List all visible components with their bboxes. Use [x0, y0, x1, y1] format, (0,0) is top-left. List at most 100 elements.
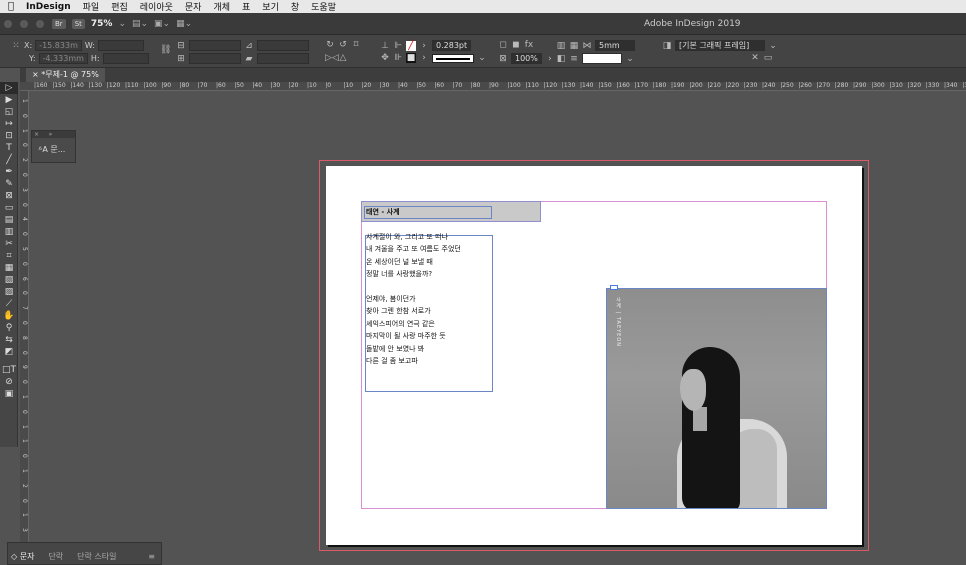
menu-object[interactable]: 개체	[213, 0, 230, 13]
tab-paragraph-styles[interactable]: 단락 스타일	[77, 551, 116, 562]
opacity-menu-icon[interactable]: ›	[545, 54, 555, 64]
select-next-icon[interactable]: ✥	[380, 53, 390, 63]
close-window-button[interactable]	[4, 19, 12, 28]
rotate-cw-icon[interactable]: ↻	[325, 40, 335, 50]
object-style-field[interactable]: [기본 그래픽 프레임]	[675, 40, 765, 51]
rotate-ccw-icon[interactable]: ↺	[338, 40, 348, 50]
gradient-feather-tool-icon[interactable]: ▧	[0, 274, 18, 286]
zoom-level[interactable]: 75%	[91, 19, 113, 29]
minimize-window-button[interactable]	[20, 19, 28, 28]
scissors-tool-icon[interactable]: ✂	[0, 238, 18, 250]
content-grabber-handle[interactable]	[610, 285, 618, 290]
stroke-type-dropdown-icon[interactable]: ⌄	[477, 53, 487, 63]
view-options-icon[interactable]: ▤⌄	[132, 19, 148, 29]
bridge-button[interactable]: Br	[52, 18, 66, 29]
page-tool-icon[interactable]: ◱	[0, 106, 18, 118]
width-field[interactable]	[98, 40, 144, 51]
screen-mode-icon[interactable]: ▣⌄	[154, 19, 170, 29]
menu-file[interactable]: 파일	[83, 0, 100, 13]
opacity-field[interactable]: 100%	[511, 53, 542, 64]
eyedropper-tool-icon[interactable]: ⟋	[0, 298, 18, 310]
menu-app-name[interactable]: InDesign	[26, 2, 71, 12]
character-styles-item[interactable]: ᐞA 문...	[32, 138, 75, 155]
corner-shape-field[interactable]	[582, 53, 622, 64]
frame-fitting-icon[interactable]: ◻	[498, 40, 508, 50]
apply-none-icon[interactable]: ⊘	[0, 376, 18, 388]
panel-menu-icon[interactable]: ≡	[148, 552, 155, 561]
pencil-tool-icon[interactable]: ✎	[0, 178, 18, 190]
rotation-field[interactable]	[257, 40, 309, 51]
stroke-icon[interactable]: ⊩	[393, 41, 403, 51]
rectangle-frame-tool-icon[interactable]: ⊠	[0, 190, 18, 202]
gradient-swatch-tool-icon[interactable]: ▦	[0, 262, 18, 274]
menu-edit[interactable]: 편집	[111, 0, 128, 13]
stroke-menu-icon[interactable]: ›	[419, 53, 429, 63]
panel-menu-icon[interactable]: ▭	[763, 53, 773, 63]
effects-icon[interactable]: fx	[524, 40, 534, 50]
corner-dropdown-icon[interactable]: ⌄	[625, 54, 635, 64]
pen-tool-icon[interactable]: ✒	[0, 166, 18, 178]
reference-point-icon[interactable]: ⁙	[11, 41, 21, 51]
horizontal-grid-tool-icon[interactable]: ▤	[0, 214, 18, 226]
wrap-shape-icon[interactable]: ◧	[556, 54, 566, 64]
fill-stroke-swatch-icon[interactable]: ◩	[0, 346, 18, 364]
stroke-type-preview[interactable]	[432, 53, 474, 63]
gap-tool-icon[interactable]: ↦	[0, 118, 18, 130]
line-tool-icon[interactable]: ╱	[0, 154, 18, 166]
formatting-affects-container-icon[interactable]: □T	[0, 364, 18, 376]
hand-tool-icon[interactable]: ✋	[0, 310, 18, 322]
horizontal-ruler[interactable]: |160 |150 |140 |130 |120 |110 |100 |90 |80 |70 |60…	[20, 82, 966, 91]
screen-mode-tool-icon[interactable]: ▣	[0, 388, 18, 400]
fill-swatch[interactable]: ╱	[406, 40, 416, 51]
photo-frame[interactable]: 사계 | TAEYEON	[606, 288, 827, 509]
zoom-dropdown-icon[interactable]: ⌄	[118, 19, 126, 29]
menu-help[interactable]: 도움말	[311, 0, 336, 13]
panel-option-icon[interactable]: ✕	[750, 53, 760, 63]
scale-y-field[interactable]	[189, 53, 241, 64]
height-field[interactable]	[102, 53, 149, 64]
wrap-bounding-icon[interactable]: ▦	[569, 41, 579, 51]
shear-field[interactable]	[257, 53, 309, 64]
wrap-jump-icon[interactable]: ≡	[569, 54, 579, 64]
x-position-field[interactable]: -15.833m	[35, 40, 82, 51]
menu-window[interactable]: 창	[291, 0, 299, 13]
content-fit-icon[interactable]: ◼	[511, 40, 521, 50]
y-position-field[interactable]: -4.333mm	[38, 53, 88, 64]
zoom-tool-icon[interactable]: ⚲	[0, 322, 18, 334]
menu-table[interactable]: 표	[242, 0, 250, 13]
arrange-documents-icon[interactable]: ▦⌄	[176, 19, 192, 29]
menu-type[interactable]: 문자	[185, 0, 202, 13]
type-tool-icon[interactable]: T	[0, 142, 18, 154]
document-tab[interactable]: × *무제-1 @ 75%	[26, 68, 105, 82]
select-container-icon[interactable]: ⌑	[351, 40, 361, 50]
rectangle-tool-icon[interactable]: ▭	[0, 202, 18, 214]
floating-panel-header[interactable]: × »	[32, 131, 75, 138]
selection-tool-icon[interactable]: ▷	[0, 82, 18, 94]
note-tool-icon[interactable]: ▨	[0, 286, 18, 298]
gap-field[interactable]: 5mm	[595, 40, 635, 51]
fill-menu-icon[interactable]: ›	[419, 41, 429, 51]
title-text-frame[interactable]: 태연 - 사계	[364, 206, 492, 219]
object-style-dropdown-icon[interactable]: ⌄	[768, 41, 778, 51]
default-fill-stroke-icon[interactable]: ⇆	[0, 334, 18, 346]
flip-vertical-icon[interactable]: △	[338, 53, 348, 63]
vertical-ruler[interactable]: 1010203040506070809010110120130	[20, 91, 29, 565]
constrain-proportions-icon[interactable]: ⛓	[160, 45, 171, 55]
content-collector-icon[interactable]: ⊡	[0, 130, 18, 142]
zoom-window-button[interactable]	[36, 19, 44, 28]
menu-layout[interactable]: 레이아웃	[140, 0, 173, 13]
tab-paragraph[interactable]: 단락	[48, 551, 63, 562]
wrap-none-icon[interactable]: ▥	[556, 41, 566, 51]
vertical-grid-tool-icon[interactable]: ▥	[0, 226, 18, 238]
stroke-weight-field[interactable]: 0.283pt	[432, 40, 472, 51]
close-tab-icon[interactable]: ×	[32, 70, 41, 79]
apple-icon[interactable]: 	[8, 1, 14, 12]
stock-button[interactable]: St	[71, 18, 85, 29]
tab-character[interactable]: ◇ 문자	[11, 551, 34, 562]
menu-view[interactable]: 보기	[262, 0, 279, 13]
fill-icon[interactable]: ⊥	[380, 41, 390, 51]
stroke-swatch[interactable]: ■	[406, 53, 416, 63]
align-icon[interactable]: ⊪	[393, 53, 403, 63]
free-transform-tool-icon[interactable]: ⌗	[0, 250, 18, 262]
direct-selection-tool-icon[interactable]: ▶	[0, 94, 18, 106]
